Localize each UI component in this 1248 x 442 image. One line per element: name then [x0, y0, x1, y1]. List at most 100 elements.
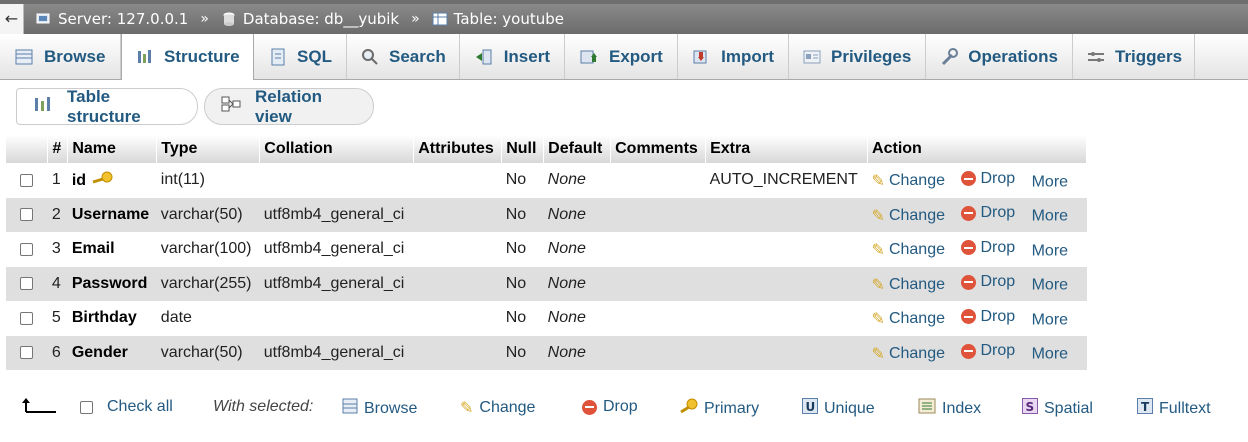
row-name: id: [71, 171, 87, 189]
tab-search[interactable]: Search: [347, 34, 460, 79]
more-link[interactable]: More: [1032, 208, 1068, 225]
table-row: 4 Password varchar(255) utf8mb4_general_…: [6, 266, 1087, 301]
row-actions: ✎ Change Drop More: [867, 163, 1087, 198]
more-link[interactable]: More: [1032, 173, 1068, 190]
tab-sql[interactable]: SQL: [254, 34, 347, 79]
subtab-relation-view-label: Relation view: [255, 86, 323, 126]
header-select: [6, 135, 49, 163]
bulk-spatial-button[interactable]: S Spatial: [1022, 398, 1093, 419]
bulk-browse-button[interactable]: Browse: [342, 398, 417, 419]
drop-icon: [961, 274, 977, 290]
privileges-icon: [803, 48, 821, 66]
breadcrumb-table[interactable]: Table: youtube: [432, 10, 564, 28]
subtab-relation-view[interactable]: Relation view: [204, 86, 374, 126]
change-link[interactable]: ✎ Change: [872, 206, 945, 226]
breadcrumb-database[interactable]: Database: db__yubik: [221, 10, 399, 28]
tab-structure[interactable]: Structure: [121, 34, 254, 80]
bulk-index-button[interactable]: Index: [918, 398, 981, 419]
key-icon: [680, 398, 698, 419]
change-link[interactable]: ✎ Change: [872, 171, 945, 191]
change-link[interactable]: ✎ Change: [872, 344, 945, 364]
more-link[interactable]: More: [1032, 346, 1068, 363]
row-null: No: [501, 232, 544, 267]
pencil-icon: ✎: [871, 276, 885, 294]
pencil-icon: ✎: [460, 400, 474, 417]
change-link[interactable]: ✎ Change: [872, 309, 945, 329]
main-tabs: Browse Structure SQL Search Insert Expor…: [0, 34, 1248, 80]
more-link[interactable]: More: [1032, 242, 1068, 259]
more-link[interactable]: More: [1032, 277, 1068, 294]
browse-icon: [14, 48, 34, 66]
search-icon: [361, 48, 379, 66]
row-checkbox[interactable]: [20, 208, 34, 222]
change-link[interactable]: ✎ Change: [872, 275, 945, 295]
bulk-drop-button[interactable]: Drop: [582, 398, 638, 416]
index-icon: [918, 398, 936, 419]
tab-insert[interactable]: Insert: [460, 34, 565, 79]
row-attributes: [413, 232, 502, 267]
row-checkbox[interactable]: [20, 173, 34, 187]
row-attributes: [413, 197, 502, 232]
row-default: None: [543, 232, 611, 267]
table-header: # Name Type Collation Attributes Null De…: [6, 135, 1087, 163]
drop-link[interactable]: Drop: [961, 273, 1015, 291]
row-name: Password: [67, 266, 157, 301]
tab-export[interactable]: Export: [565, 34, 678, 79]
bulk-fulltext-button[interactable]: T Fulltext: [1137, 398, 1211, 419]
row-collation: utf8mb4_general_ci: [259, 197, 414, 232]
breadcrumb-table-label: Table: youtube: [453, 9, 564, 28]
wrench-icon: [940, 47, 959, 66]
tab-operations[interactable]: Operations: [926, 34, 1073, 79]
header-comments: Comments: [610, 135, 707, 163]
more-link[interactable]: More: [1032, 311, 1068, 328]
row-actions: ✎ Change Drop More: [867, 266, 1087, 301]
header-collation: Collation: [259, 135, 415, 163]
row-extra: [705, 266, 868, 301]
svg-text:U: U: [806, 400, 816, 414]
row-checkbox[interactable]: [20, 346, 34, 360]
row-num: 6: [47, 335, 68, 370]
breadcrumb-server[interactable]: Server: 127.0.0.1: [36, 10, 188, 28]
row-type: int(11): [156, 163, 260, 198]
row-collation: utf8mb4_general_ci: [259, 335, 414, 370]
tab-triggers[interactable]: Triggers: [1073, 34, 1195, 79]
subtab-table-structure-label: Table structure: [67, 86, 141, 126]
drop-link[interactable]: Drop: [961, 239, 1015, 257]
row-comments: [610, 335, 706, 370]
bulk-primary-button[interactable]: Primary: [680, 398, 759, 419]
breadcrumb-database-label: Database: db__yubik: [242, 9, 400, 28]
sql-icon: [268, 48, 287, 66]
tab-import[interactable]: Import: [678, 34, 789, 79]
row-checkbox[interactable]: [20, 242, 34, 256]
relation-icon: [221, 95, 241, 118]
drop-link[interactable]: Drop: [961, 170, 1015, 188]
pencil-icon: ✎: [871, 173, 885, 190]
pencil-icon: ✎: [871, 311, 885, 328]
tab-privileges[interactable]: Privileges: [789, 34, 926, 79]
structure-icon: [33, 95, 53, 118]
row-checkbox[interactable]: [20, 311, 34, 325]
unique-icon: U: [802, 398, 818, 419]
row-checkbox[interactable]: [20, 277, 34, 291]
bulk-change-button[interactable]: ✎ Change: [460, 398, 535, 418]
pencil-icon: ✎: [871, 345, 885, 363]
tab-browse[interactable]: Browse: [0, 34, 121, 79]
header-name: Name: [67, 135, 158, 163]
row-comments: [610, 301, 706, 336]
drop-link[interactable]: Drop: [961, 204, 1015, 222]
drop-icon: [582, 399, 597, 415]
row-default: None: [543, 197, 611, 232]
drop-link[interactable]: Drop: [961, 342, 1015, 360]
drop-link[interactable]: Drop: [961, 308, 1015, 326]
back-arrow-icon[interactable]: ←: [0, 3, 24, 34]
row-default: None: [543, 335, 611, 370]
check-all[interactable]: Check all: [80, 398, 173, 416]
row-null: No: [501, 197, 544, 232]
check-all-checkbox[interactable]: [80, 400, 93, 414]
row-null: No: [501, 163, 544, 198]
server-icon: [36, 13, 50, 23]
bulk-unique-button[interactable]: U Unique: [802, 398, 875, 419]
subtab-table-structure[interactable]: Table structure: [16, 86, 198, 126]
change-link[interactable]: ✎ Change: [872, 240, 945, 260]
check-all-label: Check all: [107, 398, 173, 415]
